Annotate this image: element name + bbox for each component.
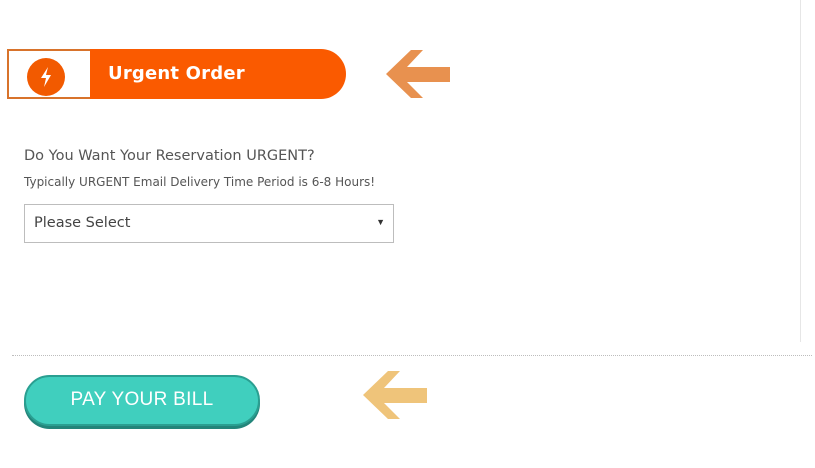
pay-button-label: PAY YOUR BILL [70,389,214,410]
select-value: Please Select [34,215,131,231]
delivery-note: Typically URGENT Email Delivery Time Per… [24,175,376,189]
urgent-select[interactable]: Please Select ▼ [24,204,394,243]
banner-title: Urgent Order [108,63,245,84]
caret-down-icon: ▼ [376,217,385,227]
section-divider [12,355,812,356]
arrow-left-icon [363,371,427,419]
urgent-order-banner: Urgent Order [7,49,346,99]
arrow-left-icon [386,50,450,98]
lightning-bolt-icon [27,58,65,96]
banner-icon-box [7,49,90,99]
right-border-line [800,0,801,342]
pay-your-bill-button[interactable]: PAY YOUR BILL [24,375,260,426]
urgent-question: Do You Want Your Reservation URGENT? [24,148,315,164]
